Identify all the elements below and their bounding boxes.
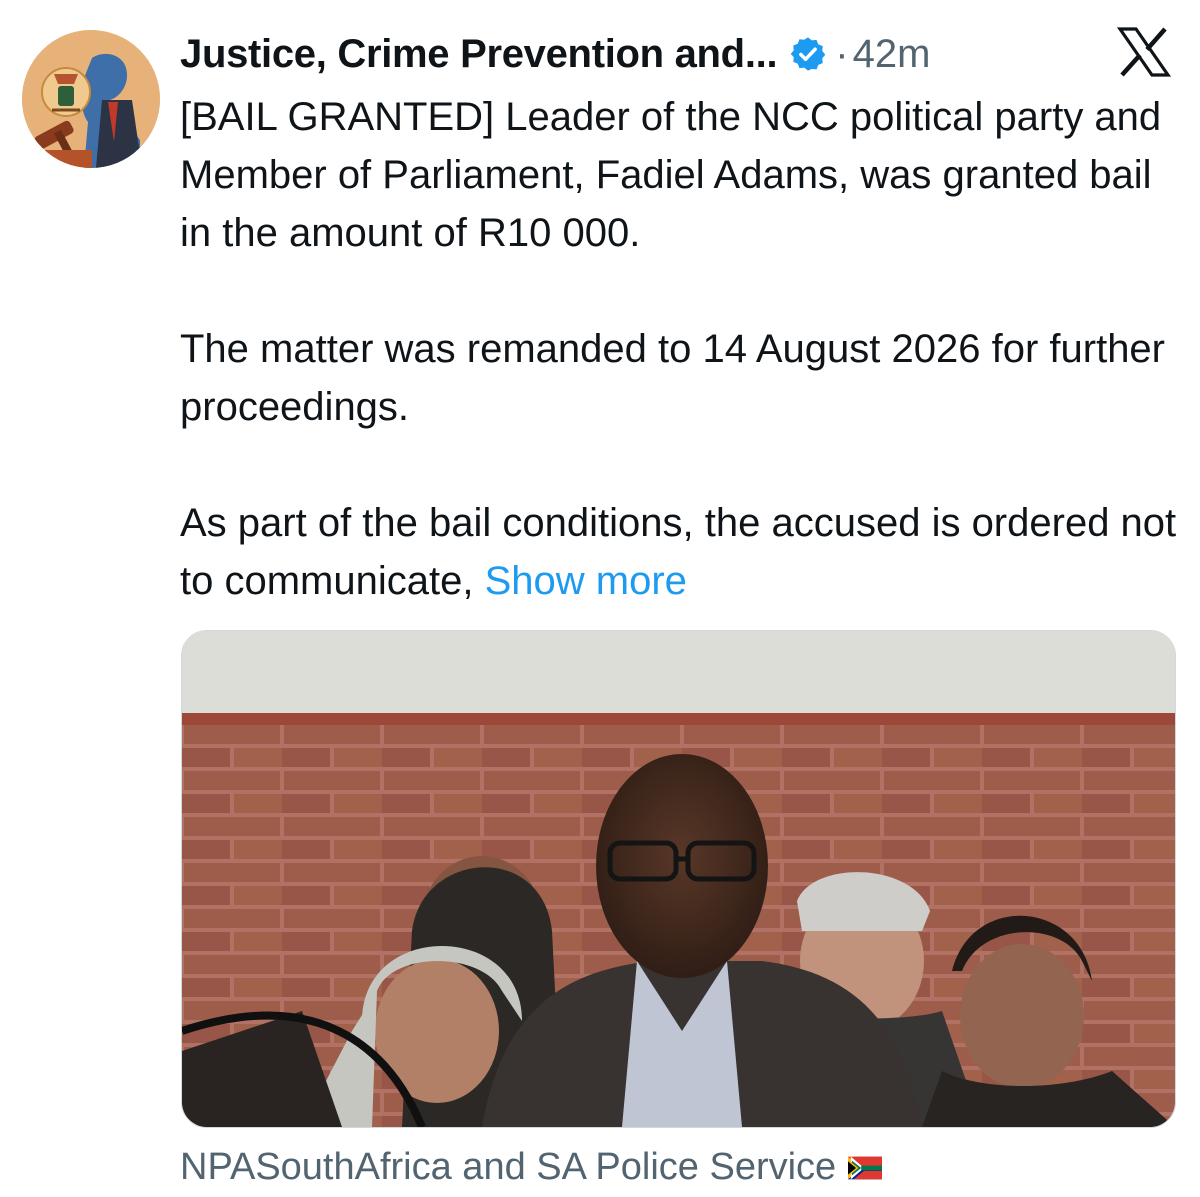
tweet-paragraph: The matter was remanded to 14 August 202… [180, 327, 1177, 429]
coat-of-arms-avatar-image [22, 30, 160, 168]
tweet-paragraph: [BAIL GRANTED] Leader of the NCC politic… [180, 95, 1173, 255]
author-name[interactable]: Justice, Crime Prevention and... [180, 32, 778, 77]
timestamp[interactable]: 42m [853, 32, 931, 77]
tweet-photo[interactable] [181, 630, 1176, 1128]
separator-dot: · [835, 31, 849, 76]
x-logo-icon [1116, 26, 1172, 78]
tagged-accounts-text: NPASouthAfrica and SA Police Service [180, 1146, 837, 1188]
south-africa-flag-icon [848, 1156, 883, 1180]
tweet-header: Justice, Crime Prevention and... · 42m [180, 24, 930, 84]
account-avatar[interactable] [22, 30, 160, 168]
tweet-paragraph-truncated: As part of the bail conditions, the accu… [180, 494, 1180, 610]
tagged-accounts[interactable]: NPASouthAfrica and SA Police Service [180, 1146, 883, 1189]
verified-badge-icon [789, 35, 827, 73]
show-more-link[interactable]: Show more [485, 559, 687, 603]
tweet-body: [BAIL GRANTED] Leader of the NCC politic… [180, 88, 1180, 610]
courtroom-photo-image [182, 631, 1175, 1127]
